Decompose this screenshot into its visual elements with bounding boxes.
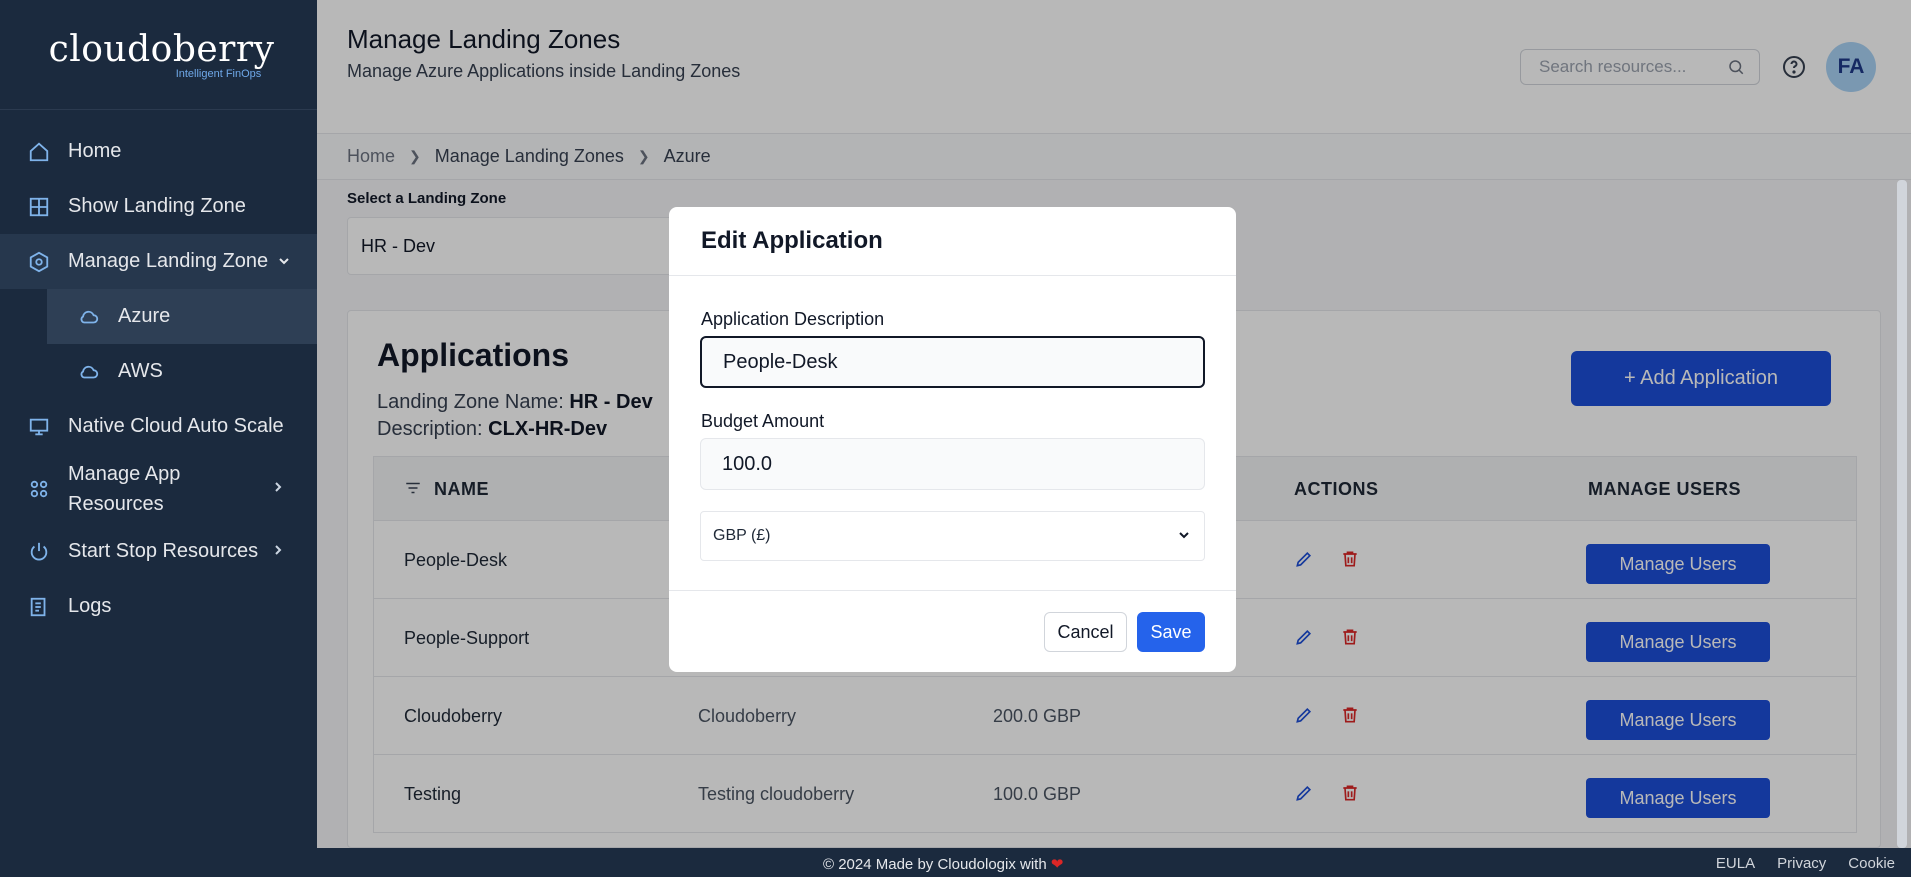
budget-input[interactable]: 100.0: [700, 438, 1205, 490]
eula-link[interactable]: EULA: [1716, 855, 1755, 872]
chevron-down-icon: [1178, 528, 1190, 546]
brand-tagline: Intelligent FinOps: [175, 67, 262, 80]
modal-footer: Cancel Save: [669, 590, 1236, 672]
home-icon: [28, 141, 50, 163]
sidebar-item-label: Manage Landing Zone: [68, 250, 269, 272]
sidebar-item-label: Start Stop Resources: [68, 540, 259, 562]
sidebar-nav: Home Show Landing Zone Manage Landing Zo…: [0, 110, 317, 634]
power-icon: [28, 541, 50, 563]
cookie-link[interactable]: Cookie: [1848, 855, 1895, 872]
settings-hex-icon: [28, 251, 50, 273]
sidebar-item-manage-landing-zone[interactable]: Manage Landing Zone: [0, 234, 317, 289]
privacy-link[interactable]: Privacy: [1777, 855, 1826, 872]
sidebar-item-label: Native Cloud Auto Scale: [68, 415, 284, 437]
logs-icon: [28, 596, 50, 618]
brand-logo[interactable]: cloudoberry Intelligent FinOps: [0, 0, 317, 110]
sidebar-item-aws[interactable]: AWS: [0, 344, 317, 399]
sidebar-item-label: AWS: [118, 360, 163, 382]
heart-icon: ❤: [1050, 856, 1064, 873]
cloud-icon: [78, 306, 100, 328]
sidebar: cloudoberry Intelligent FinOps Home Show…: [0, 0, 317, 848]
copyright-text: © 2024 Made by Cloudologix with: [823, 856, 1047, 873]
grid-icon: [28, 196, 50, 218]
footer-links: EULA Privacy Cookie: [1716, 855, 1895, 872]
sidebar-item-label: Manage App Resources: [68, 463, 181, 515]
sidebar-item-start-stop-resources[interactable]: Start Stop Resources: [0, 524, 317, 579]
sidebar-item-label: Home: [68, 140, 122, 162]
chevron-right-icon: [273, 543, 283, 561]
save-button[interactable]: Save: [1137, 612, 1205, 652]
description-input[interactable]: People-Desk: [700, 336, 1205, 388]
brand-name: cloudoberry: [48, 28, 275, 70]
sidebar-item-label: Show Landing Zone: [68, 195, 246, 217]
edit-application-modal: Edit Application Application Description…: [669, 207, 1236, 672]
cloud-icon: [78, 361, 100, 383]
sidebar-item-label: Azure: [118, 305, 171, 327]
sidebar-item-native-cloud-auto-scale[interactable]: Native Cloud Auto Scale: [0, 399, 317, 454]
budget-value: 100.0: [722, 452, 773, 475]
description-label: Application Description: [701, 309, 885, 329]
monitor-icon: [28, 416, 50, 438]
page-scrollbar[interactable]: [1897, 180, 1907, 848]
copyright: © 2024 Made by Cloudologix with ❤: [823, 855, 1063, 873]
sidebar-item-home[interactable]: Home: [0, 124, 317, 179]
apps-icon: [28, 478, 50, 500]
sidebar-item-label: Logs: [68, 595, 112, 617]
chevron-right-icon: [273, 480, 283, 498]
cancel-button[interactable]: Cancel: [1044, 612, 1127, 652]
budget-label: Budget Amount: [701, 411, 825, 431]
chevron-down-icon: [278, 250, 290, 273]
sidebar-item-manage-app-resources[interactable]: Manage App Resources: [0, 454, 317, 524]
modal-title: Edit Application: [669, 207, 1236, 276]
page-footer: © 2024 Made by Cloudologix with ❤ EULA P…: [0, 848, 1911, 877]
description-value: People-Desk: [723, 350, 838, 373]
currency-select[interactable]: GBP (£): [700, 511, 1205, 561]
currency-value: GBP (£): [713, 527, 771, 544]
sidebar-item-show-landing-zone[interactable]: Show Landing Zone: [0, 179, 317, 234]
sidebar-item-logs[interactable]: Logs: [0, 579, 317, 634]
sidebar-item-azure[interactable]: Azure: [47, 289, 317, 344]
